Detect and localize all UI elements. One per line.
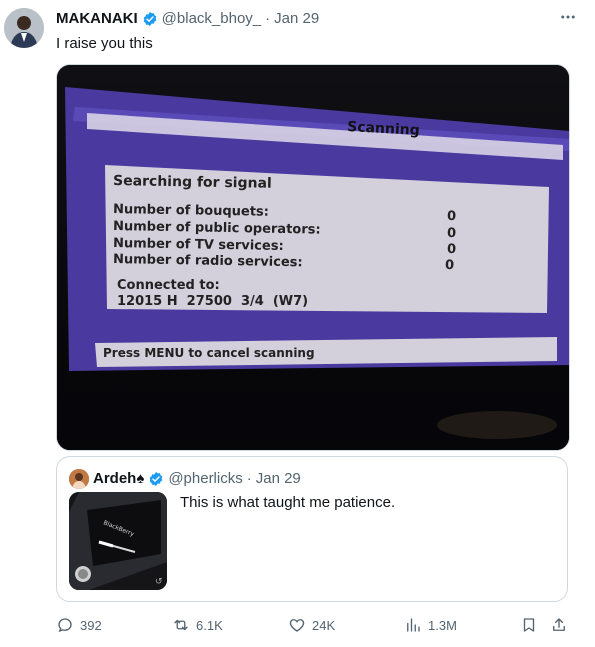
views-button[interactable]: 1.3M	[404, 616, 457, 634]
tweet-header: MAKANAKI @black_bhoy_ · Jan 29	[56, 10, 319, 28]
separator-dot: ·	[246, 470, 252, 487]
quote-author-avatar[interactable]	[69, 469, 89, 489]
row-bouquets-label: Number of bouquets:	[113, 202, 269, 220]
more-horizontal-icon	[561, 15, 575, 19]
row-tv-value: 0	[447, 242, 456, 257]
like-count: 24K	[312, 617, 336, 633]
quote-header: Ardeh♠ @pherlicks · Jan 29	[93, 469, 301, 489]
author-name[interactable]: MAKANAKI	[56, 10, 138, 28]
quoted-tweet[interactable]: Ardeh♠ @pherlicks · Jan 29 BlackBerry ↺ …	[56, 456, 568, 602]
row-operators-value: 0	[447, 226, 456, 241]
repost-icon	[174, 619, 188, 631]
heart-icon	[289, 619, 305, 632]
reply-icon	[58, 618, 72, 633]
author-handle[interactable]: @black_bhoy_	[162, 10, 261, 28]
tweet-text: I raise you this	[56, 35, 153, 52]
verified-badge-icon	[143, 12, 157, 26]
share-icon	[553, 618, 565, 631]
row-bouquets-value: 0	[447, 209, 456, 224]
more-options-button[interactable]	[559, 8, 577, 31]
repost-button[interactable]: 6.1K	[172, 616, 223, 634]
tweet-actions: 392 6.1K 24K 1.3M	[56, 616, 568, 638]
row-radio-value: 0	[445, 258, 454, 273]
searching-label: Searching for signal	[113, 173, 272, 192]
screen-footer: Press MENU to cancel scanning	[103, 346, 315, 360]
connected-value: 12015 H 27500 3/4 (W7)	[117, 294, 308, 309]
quote-date[interactable]: Jan 29	[256, 469, 301, 489]
svg-text:↺: ↺	[155, 577, 163, 587]
bookmark-button[interactable]	[520, 616, 538, 634]
quote-author-name[interactable]: Ardeh♠	[93, 469, 144, 489]
author-avatar[interactable]	[4, 8, 44, 48]
repost-count: 6.1K	[196, 617, 223, 633]
analytics-icon	[407, 618, 420, 632]
row-tv-label: Number of TV services:	[113, 236, 284, 254]
bookmark-icon	[523, 618, 535, 632]
share-button[interactable]	[550, 616, 568, 634]
reply-button[interactable]: 392	[56, 616, 102, 634]
view-count: 1.3M	[428, 617, 457, 633]
quote-text: This is what taught me patience.	[180, 494, 396, 511]
reply-count: 392	[80, 617, 102, 633]
quote-media-thumbnail[interactable]: BlackBerry ↺	[69, 492, 167, 590]
quote-author-handle[interactable]: @pherlicks	[168, 469, 242, 489]
separator-dot: ·	[265, 10, 271, 27]
tweet-media[interactable]: Scanning Searching for signal Number of …	[56, 64, 570, 451]
tweet-date[interactable]: Jan 29	[274, 10, 319, 28]
verified-badge-icon	[149, 472, 163, 486]
like-button[interactable]: 24K	[288, 616, 335, 634]
connected-label: Connected to:	[117, 278, 220, 293]
